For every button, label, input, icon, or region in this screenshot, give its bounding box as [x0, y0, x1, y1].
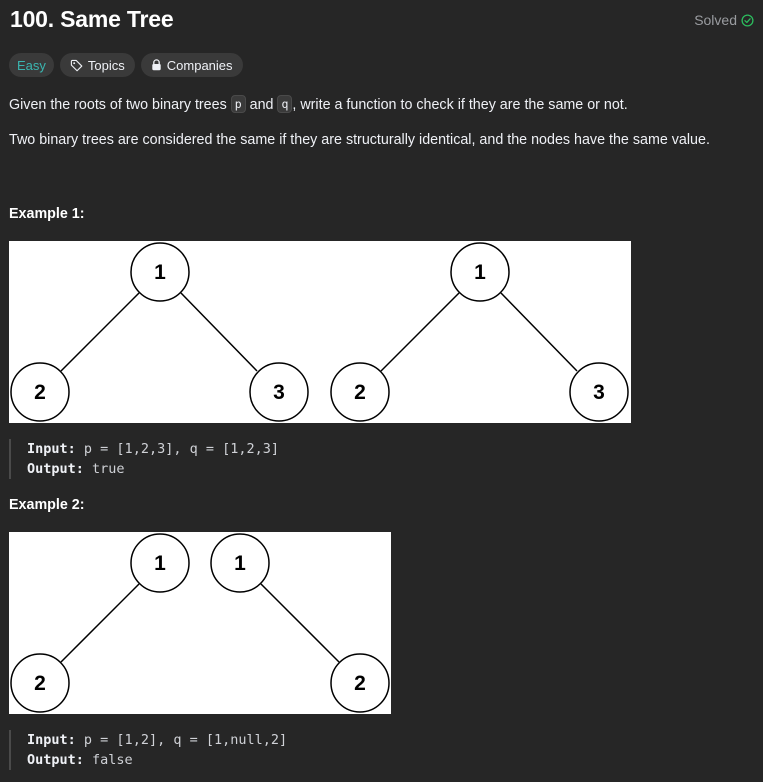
inline-code-p: p	[230, 95, 246, 113]
example-2-title: Example 2:	[9, 497, 85, 513]
output-label: Output:	[27, 461, 84, 477]
input-value: p = [1,2,3], q = [1,2,3]	[83, 441, 279, 457]
companies-label: Companies	[166, 57, 233, 73]
output-label: Output:	[27, 752, 84, 768]
example-1-title: Example 1:	[9, 206, 85, 222]
topics-button[interactable]: Topics	[59, 53, 135, 77]
tree-node: 2	[34, 672, 46, 695]
example-2-diagram: 1 2 1 2	[9, 532, 391, 714]
difficulty-badge: Easy	[9, 53, 54, 77]
description-text: , write a function to check if they are …	[292, 97, 628, 113]
companies-button[interactable]: Companies	[140, 53, 243, 77]
description-line-1: Given the roots of two binary trees p an…	[9, 95, 628, 113]
tag-row: Easy Topics Companies	[9, 53, 243, 77]
description-line-2: Two binary trees are considered the same…	[9, 132, 710, 148]
topics-label: Topics	[87, 57, 125, 73]
input-value: p = [1,2], q = [1,null,2]	[83, 732, 288, 748]
output-value: true	[92, 461, 125, 477]
tree-node: 1	[234, 552, 246, 575]
example-1-input: Input: p = [1,2,3], q = [1,2,3]	[27, 439, 279, 459]
description-text: and	[245, 97, 278, 113]
problem-page: 100. Same Tree Solved Easy Topics Compan…	[0, 0, 763, 782]
example-1-io: Input: p = [1,2,3], q = [1,2,3] Output: …	[9, 439, 279, 479]
tree-node: 2	[354, 381, 366, 404]
lock-icon	[151, 59, 162, 71]
output-value: false	[92, 752, 133, 768]
description-text: Given the roots of two binary trees	[9, 97, 231, 113]
example-1-diagram: 1 2 3 1 2 3	[9, 241, 631, 423]
example-2-io: Input: p = [1,2], q = [1,null,2] Output:…	[9, 730, 287, 770]
inline-code-q: q	[277, 95, 293, 113]
problem-title[interactable]: 100. Same Tree	[10, 6, 174, 33]
tree-node: 1	[154, 552, 166, 575]
tree-node: 3	[273, 381, 285, 404]
tree-node: 1	[154, 261, 166, 284]
check-circle-icon	[741, 13, 754, 27]
tree-node: 2	[354, 672, 366, 695]
solved-status: Solved	[694, 12, 754, 28]
tag-icon	[70, 59, 83, 72]
example-1-output: Output: true	[27, 459, 279, 479]
example-2-input: Input: p = [1,2], q = [1,null,2]	[27, 730, 287, 750]
input-label: Input:	[27, 732, 76, 748]
example-2-output: Output: false	[27, 750, 287, 770]
solved-label: Solved	[694, 12, 737, 28]
input-label: Input:	[27, 441, 76, 457]
tree-node: 1	[474, 261, 486, 284]
tree-node: 3	[593, 381, 605, 404]
tree-node: 2	[34, 381, 46, 404]
